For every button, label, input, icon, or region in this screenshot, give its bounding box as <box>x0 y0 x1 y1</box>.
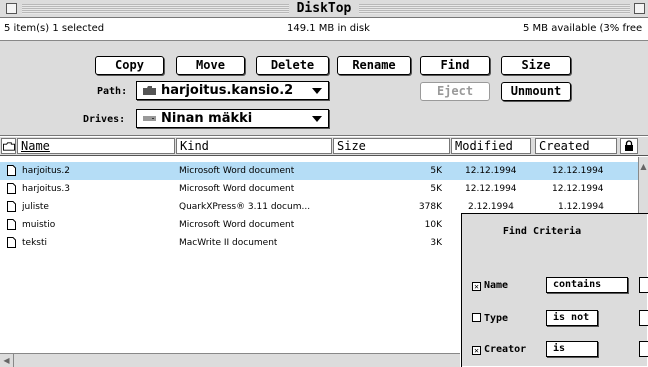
document-icon <box>7 237 16 248</box>
rename-button[interactable]: Rename <box>337 56 411 75</box>
file-name: teksti <box>22 238 47 248</box>
info-bar: 5 item(s) 1 selected 149.1 MB in disk 5 … <box>0 18 648 41</box>
criterion-name[interactable]: ✕ Name <box>472 280 508 291</box>
creator-checkbox[interactable]: ✕ <box>472 346 481 355</box>
find-button[interactable]: Find <box>420 56 490 75</box>
hard-disk-icon <box>143 116 156 121</box>
column-modified[interactable]: Modified <box>451 138 531 154</box>
file-modified: 12.12.1994 <box>465 166 517 176</box>
table-row[interactable]: harjoitus.2 Microsoft Word document 5K 1… <box>0 162 638 180</box>
file-name: harjoitus.2 <box>22 166 70 176</box>
file-created: 12.12.1994 <box>552 184 604 194</box>
path-label: Path: <box>97 86 128 97</box>
type-checkbox[interactable] <box>472 313 481 322</box>
file-name: muistio <box>22 220 56 230</box>
file-size: 3K <box>430 238 442 248</box>
size-button[interactable]: Size <box>501 56 571 75</box>
path-value: harjoitus.kansio.2 <box>161 83 294 98</box>
file-kind: Microsoft Word document <box>179 220 295 230</box>
document-icon <box>7 201 16 212</box>
zoom-box[interactable] <box>634 3 645 14</box>
name-operator-popup[interactable]: contains <box>546 277 628 293</box>
horizontal-scrollbar[interactable]: ◀ <box>0 353 460 367</box>
type-operator-popup[interactable]: is not <box>546 310 598 326</box>
file-created: 12.12.1994 <box>552 166 604 176</box>
lock-icon <box>625 140 633 151</box>
name-criterion-label: Name <box>484 280 509 291</box>
criterion-type[interactable]: Type <box>472 313 508 324</box>
column-created[interactable]: Created <box>535 138 617 154</box>
chevron-down-icon <box>312 88 322 94</box>
creator-criterion-label: Creator <box>484 344 527 355</box>
unmount-button[interactable]: Unmount <box>501 82 571 101</box>
file-kind: QuarkXPress® 3.11 docum... <box>179 202 311 212</box>
criterion-creator[interactable]: ✕ Creator <box>472 344 526 355</box>
path-popup[interactable]: harjoitus.kansio.2 <box>136 81 329 100</box>
eject-button[interactable]: Eject <box>420 82 490 101</box>
column-icon-cell[interactable] <box>1 138 16 154</box>
column-header: Name Kind Size Modified Created <box>0 137 648 156</box>
title-bar[interactable]: DiskTop <box>0 0 648 18</box>
type-value-field[interactable] <box>639 310 648 326</box>
document-icon <box>7 165 16 176</box>
document-icon <box>7 183 16 194</box>
file-kind: MacWrite II document <box>179 238 278 248</box>
chevron-down-icon <box>312 116 322 122</box>
file-kind: Microsoft Word document <box>179 166 295 176</box>
copy-button[interactable]: Copy <box>95 56 164 75</box>
file-name: juliste <box>22 202 49 212</box>
column-lock-cell[interactable] <box>620 138 638 154</box>
file-size: 5K <box>430 184 442 194</box>
scroll-left-icon[interactable]: ◀ <box>0 354 14 367</box>
file-kind: Microsoft Word document <box>179 184 295 194</box>
delete-button[interactable]: Delete <box>256 56 329 75</box>
selection-count: 5 item(s) 1 selected <box>4 23 105 34</box>
move-button[interactable]: Move <box>176 56 245 75</box>
creator-operator-popup[interactable]: is <box>546 341 598 357</box>
file-name: harjoitus.3 <box>22 184 70 194</box>
folder-icon <box>3 142 15 151</box>
document-icon <box>7 219 16 230</box>
name-checkbox[interactable]: ✕ <box>472 282 481 291</box>
drives-label: Drives: <box>83 114 126 125</box>
available-space: 5 MB available (3% free <box>523 23 643 34</box>
type-criterion-label: Type <box>484 313 509 324</box>
disk-usage: 149.1 MB in disk <box>287 23 370 34</box>
toolbar: Copy Move Delete Rename Find Size Path: … <box>0 41 648 136</box>
disktop-window: DiskTop 5 item(s) 1 selected 149.1 MB in… <box>0 0 648 367</box>
find-criteria-dialog: Find Criteria ✕ Name contains Type is not… <box>461 213 648 367</box>
file-size: 5K <box>430 166 442 176</box>
drives-value: Ninan mäkki <box>161 111 253 126</box>
folder-icon <box>143 86 156 95</box>
column-kind[interactable]: Kind <box>176 138 332 154</box>
window-title: DiskTop <box>0 1 648 16</box>
column-size[interactable]: Size <box>333 138 450 154</box>
file-size: 378K <box>418 202 442 212</box>
creator-value-field[interactable] <box>639 341 648 357</box>
dialog-title: Find Criteria <box>502 226 582 237</box>
drives-popup[interactable]: Ninan mäkki <box>136 109 329 128</box>
name-value-field[interactable] <box>639 277 648 293</box>
table-row[interactable]: harjoitus.3 Microsoft Word document 5K 1… <box>0 180 638 198</box>
file-size: 10K <box>424 220 442 230</box>
scroll-up-icon[interactable]: ▲ <box>639 161 648 173</box>
file-modified: 12.12.1994 <box>465 184 517 194</box>
column-name[interactable]: Name <box>17 138 175 154</box>
